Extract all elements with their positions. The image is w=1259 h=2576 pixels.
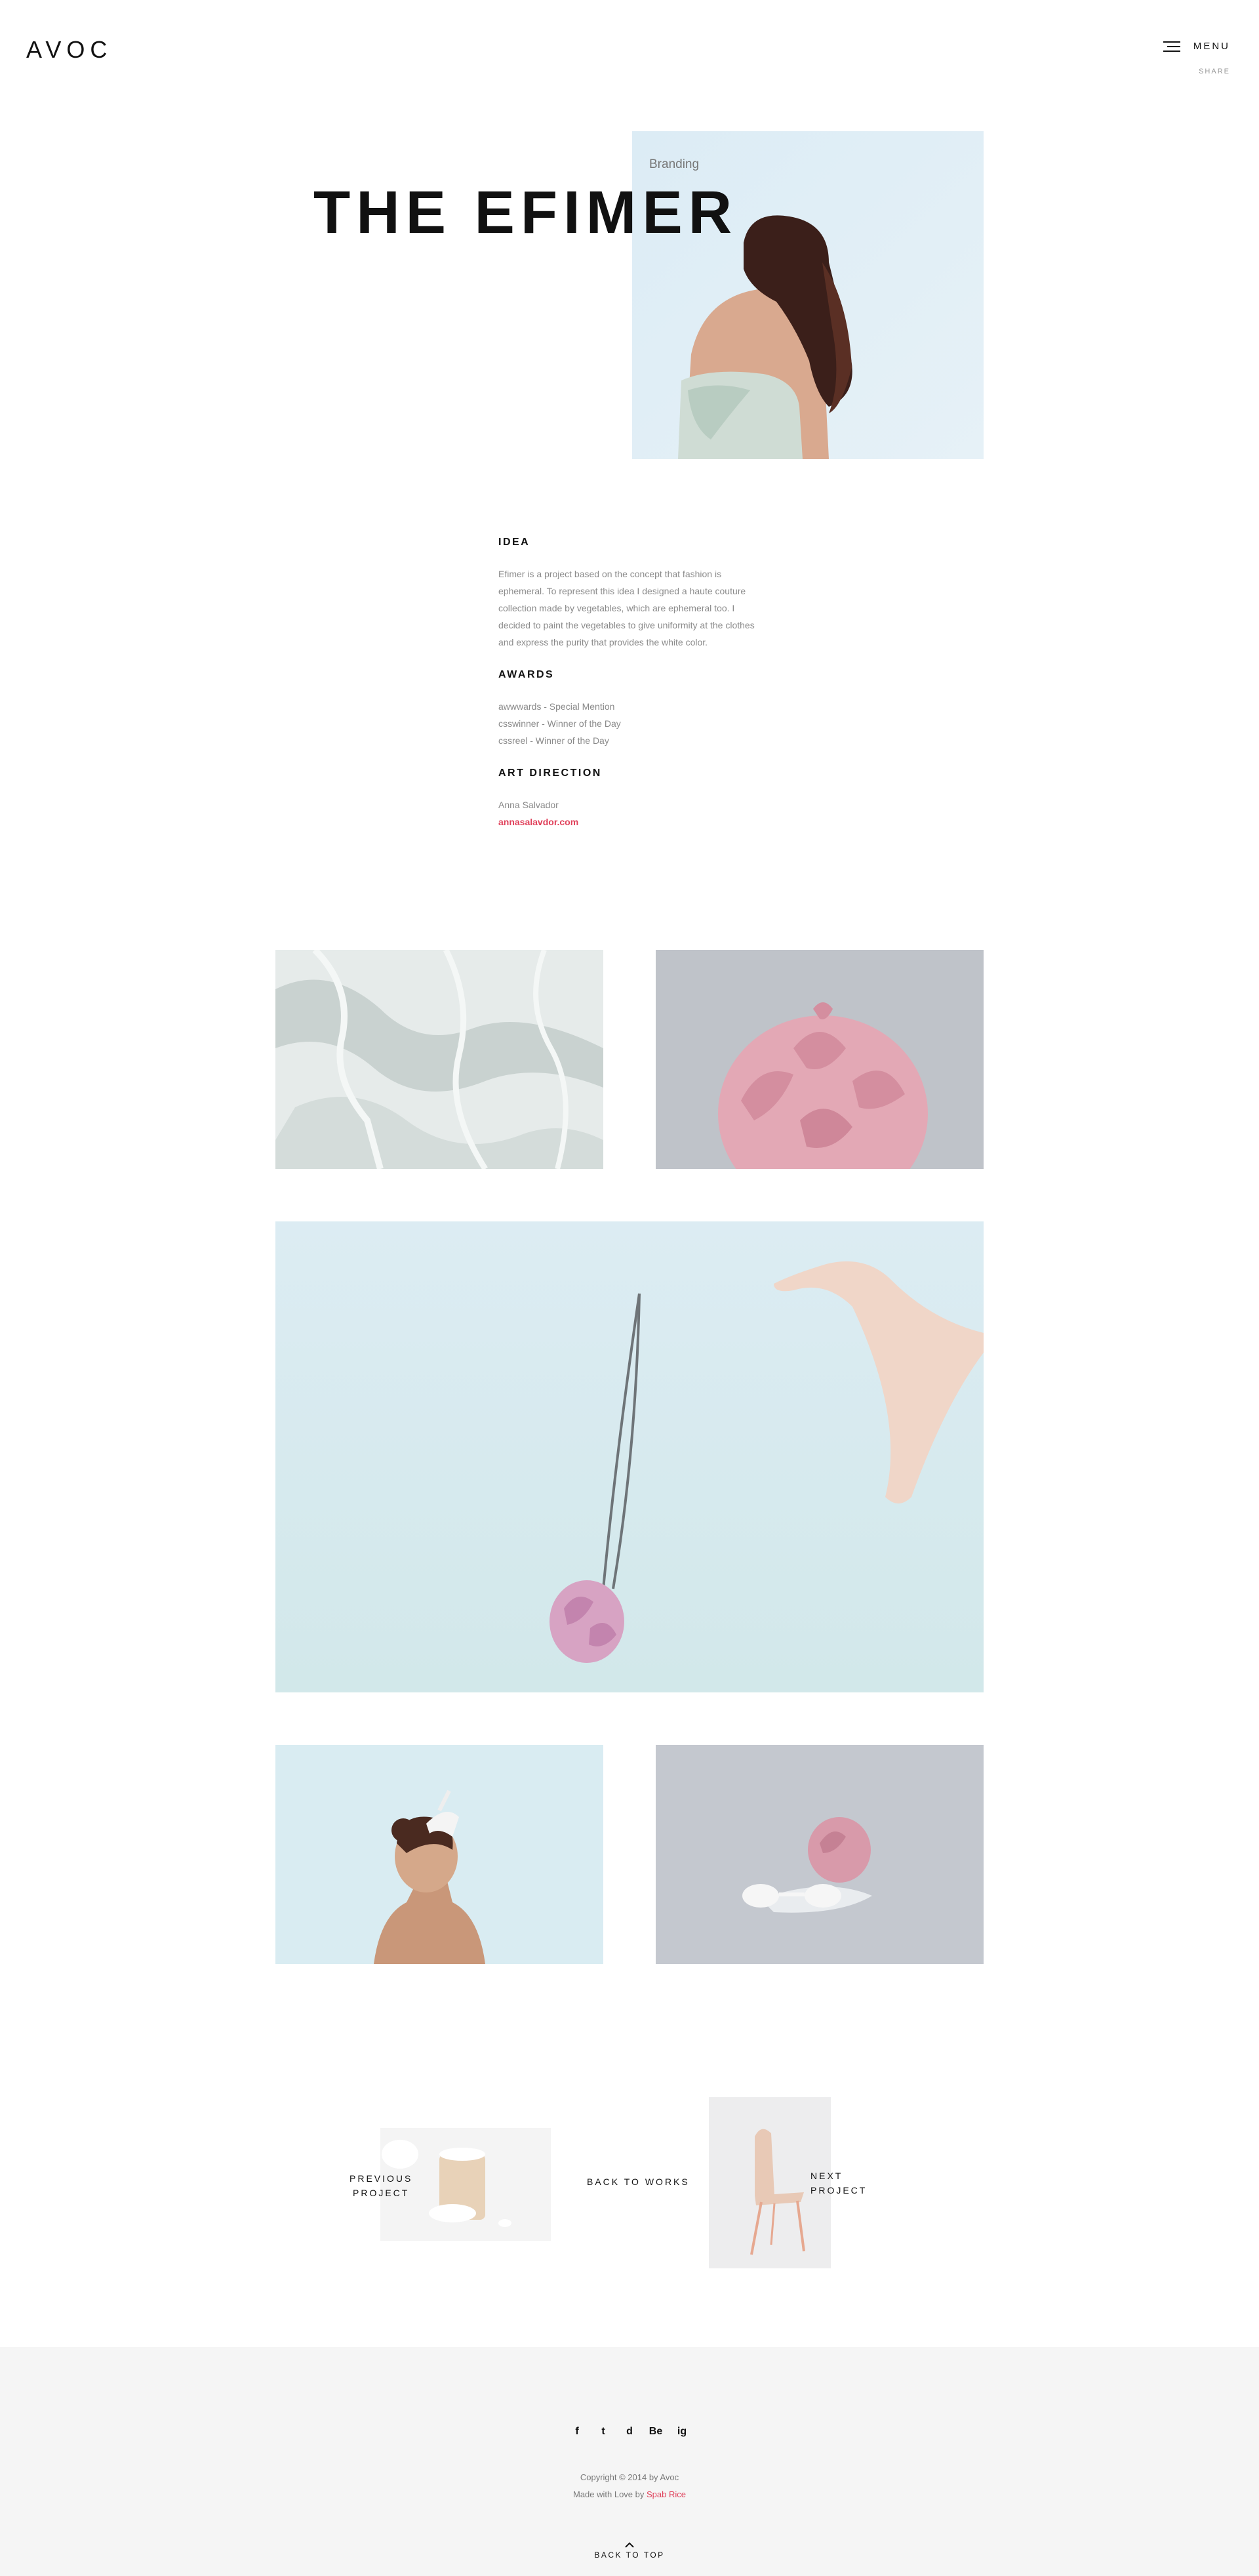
previous-project-link[interactable]: PREVIOUS PROJECT [350,2171,412,2200]
copyright-text: Copyright © 2014 by Avoc Made with Love … [572,2472,686,2499]
share-link[interactable]: SHARE [1199,68,1230,75]
art-direction-heading: ART DIRECTION [498,767,602,779]
idea-text: Efimer is a project based on the concept… [498,569,755,647]
menu-label: MENU [1193,41,1230,52]
facebook-icon[interactable]: f [570,2426,584,2438]
instagram-icon[interactable]: ig [675,2426,689,2438]
gallery-photo-glasses[interactable] [656,1745,984,1964]
back-to-top-link[interactable]: BACK TO TOP [0,2550,1259,2560]
gallery-photo-artichoke[interactable] [656,950,984,1169]
gallery-photo-cabbage[interactable] [275,950,603,1169]
next-project-link[interactable]: NEXT PROJECT [810,2169,867,2198]
site-logo[interactable]: AVOC [26,36,112,64]
twitter-icon[interactable]: t [596,2426,610,2438]
site-footer: f t d Be ig Copyright © 2014 by Avoc Mad… [0,2347,1259,2576]
hamburger-icon [1163,41,1180,52]
director-link[interactable]: annasalavdor.com [498,813,761,830]
award-item: csswinner - Winner of the Day [498,718,621,729]
chevron-up-icon[interactable] [624,2542,635,2548]
project-title: THE EFIMER [313,179,738,246]
project-info: IDEA Efimer is a project based on the co… [498,537,761,849]
director-name: Anna Salvador [498,800,559,810]
idea-heading: IDEA [498,537,530,548]
award-item: cssreel - Winner of the Day [498,735,609,746]
menu-button[interactable]: MENU [1163,41,1230,52]
social-links: f t d Be ig [0,2426,1259,2438]
behance-icon[interactable]: Be [649,2426,663,2438]
author-link[interactable]: Spab Rice [647,2489,686,2499]
project-category: Branding [649,157,700,171]
gallery-photo-necklace[interactable] [275,1221,984,1692]
awards-heading: AWARDS [498,669,555,680]
dribbble-icon[interactable]: d [622,2426,637,2438]
award-item: awwwards - Special Mention [498,701,615,712]
gallery-photo-headpiece[interactable] [275,1745,603,1964]
back-to-works-link[interactable]: BACK TO WORKS [587,2177,690,2187]
